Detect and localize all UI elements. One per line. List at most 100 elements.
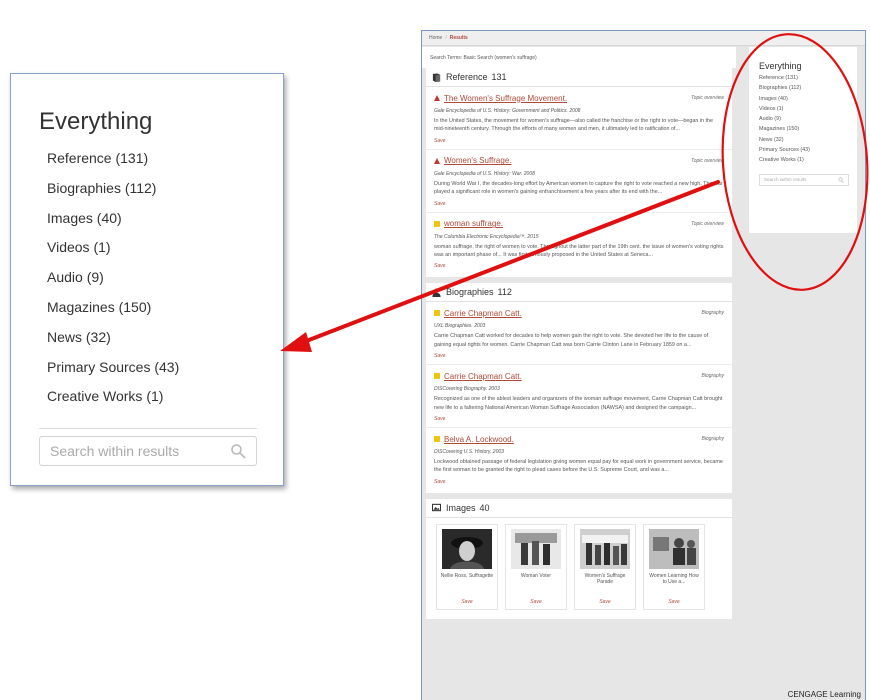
result-source: The Columbia Electronic Encyclopedia™. 2… <box>434 233 539 240</box>
zoom-filter-creative-works[interactable]: Creative Works (1) <box>47 386 257 416</box>
result-title-link[interactable]: Belva A. Lockwood. <box>444 435 701 444</box>
result-type: Topic overview <box>691 157 724 164</box>
zoom-search-placeholder: Search within results <box>50 443 180 460</box>
search-terms: Search Terms: Basic Search (women's suff… <box>422 47 736 68</box>
result-title-link[interactable]: woman suffrage. <box>444 219 691 228</box>
result-snippet: Lockwood obtained passage of federal leg… <box>434 459 723 474</box>
reference-marker-icon <box>434 157 440 164</box>
image-card[interactable]: Women's Suffrage Parade Save <box>574 523 636 610</box>
search-icon[interactable] <box>838 177 844 183</box>
images-label: Images <box>446 502 476 513</box>
biographies-count: 112 <box>497 287 512 298</box>
image-caption: Nellie Ross, Suffragette <box>440 572 494 579</box>
result-type: Biography <box>701 436 724 443</box>
save-link[interactable]: Save <box>506 599 566 605</box>
save-link[interactable]: Save <box>434 416 724 424</box>
learning-thumbnail[interactable] <box>649 528 699 569</box>
search-icon[interactable] <box>230 443 246 459</box>
result-snippet: Carrie Chapman Catt worked for decades t… <box>434 333 709 348</box>
result-source: Gale Encyclopedia of U.S. History: Gover… <box>434 108 581 114</box>
zoom-divider <box>39 428 257 430</box>
results-column: Search Terms: Basic Search (women's suff… <box>422 47 736 625</box>
image-card[interactable]: Woman Voter Save <box>505 523 567 610</box>
zoom-filter-list: Reference (131) Biographies (112) Images… <box>39 148 257 416</box>
result-title-link[interactable]: Carrie Chapman Catt. <box>444 309 701 318</box>
result-source: Gale Encyclopedia of U.S. History: War. … <box>434 170 535 177</box>
zoomed-filter-panel: Everything Reference (131) Biographies (… <box>10 73 284 486</box>
sidebar-item-news[interactable]: News (32) <box>759 136 849 146</box>
biography-marker-icon <box>434 373 440 380</box>
zoom-filter-videos[interactable]: Videos (1) <box>47 237 257 267</box>
reference-result: Women's Suffrage. Topic overview Gale En… <box>426 150 732 213</box>
parade-thumbnail[interactable] <box>580 528 630 569</box>
biographies-section: Biographies 112 Carrie Chapman Catt. Bio… <box>426 283 732 493</box>
biography-marker-icon <box>434 310 440 317</box>
reference-marker-icon <box>434 220 440 227</box>
sidebar-item-audio[interactable]: Audio (9) <box>759 115 849 125</box>
zoom-filter-reference[interactable]: Reference (131) <box>47 148 257 178</box>
result-source: DISCovering U.S. History. 2003 <box>434 449 504 456</box>
reference-marker-icon <box>434 95 440 101</box>
save-link[interactable]: Save <box>434 201 724 209</box>
sidebar-search-input[interactable]: Search within results <box>759 173 849 186</box>
sidebar-item-images[interactable]: Images (40) <box>759 95 849 105</box>
sidebar-filter-list: Reference (131) Biographies (112) Images… <box>759 74 849 167</box>
zoom-filter-audio[interactable]: Audio (9) <box>47 267 257 297</box>
result-type: Topic overview <box>691 220 724 227</box>
result-snippet: During World War I, the decades-long eff… <box>434 180 723 196</box>
results-page-screenshot: Home / Results Search Terms: Basic Search … <box>421 30 866 700</box>
images-section: Images 40 Nellie Ross, Suffragette Save <box>426 498 732 619</box>
image-caption: Women's Suffrage Parade <box>584 572 626 586</box>
breadcrumb-separator: / <box>445 35 447 41</box>
result-title-link[interactable]: The Women's Suffrage Movement. <box>444 94 691 103</box>
biography-result: Carrie Chapman Catt. Biography UXL Biogr… <box>426 302 732 366</box>
zoom-filter-magazines[interactable]: Magazines (150) <box>47 297 257 327</box>
sidebar-item-videos[interactable]: Videos (1) <box>759 105 849 115</box>
zoom-filter-title: Everything <box>39 108 153 135</box>
zoom-filter-biographies[interactable]: Biographies (112) <box>47 178 257 208</box>
reference-label: Reference <box>446 72 488 82</box>
portrait-thumbnail[interactable] <box>442 528 492 569</box>
sidebar-item-primary-sources[interactable]: Primary Sources (43) <box>759 146 849 156</box>
result-title-link[interactable]: Women's Suffrage. <box>444 156 691 165</box>
save-link[interactable]: Save <box>434 138 724 146</box>
sidebar-title: Everything <box>759 61 802 71</box>
reference-result: The Women's Suffrage Movement. Topic ove… <box>426 87 732 150</box>
image-card[interactable]: Women Learning How to Use a... Save <box>643 523 705 610</box>
result-type: Biography <box>701 373 724 380</box>
image-thumbnails: Nellie Ross, Suffragette Save Woman Vote… <box>426 518 732 610</box>
biography-result: Belva A. Lockwood. Biography DISCovering… <box>426 428 732 490</box>
person-icon <box>432 288 441 297</box>
images-count: 40 <box>479 502 490 513</box>
save-link[interactable]: Save <box>575 599 635 605</box>
result-source: UXL Biographies. 2003 <box>434 323 486 330</box>
result-title-link[interactable]: Carrie Chapman Catt. <box>444 372 701 381</box>
zoom-search-input[interactable]: Search within results <box>39 436 257 467</box>
breadcrumb-home[interactable]: Home <box>429 35 442 41</box>
sidebar-item-magazines[interactable]: Magazines (150) <box>759 125 849 135</box>
sidebar-item-reference[interactable]: Reference (131) <box>759 74 849 84</box>
save-link[interactable]: Save <box>644 599 704 605</box>
image-card[interactable]: Nellie Ross, Suffragette Save <box>436 523 498 610</box>
book-icon <box>432 72 441 82</box>
image-caption: Woman Voter <box>520 572 552 579</box>
biographies-label: Biographies <box>446 287 494 298</box>
sidebar-item-biographies[interactable]: Biographies (112) <box>759 84 849 94</box>
breadcrumb-current: Results <box>449 35 468 41</box>
sidebar-item-creative-works[interactable]: Creative Works (1) <box>759 156 849 166</box>
save-link[interactable]: Save <box>434 353 724 361</box>
save-link[interactable]: Save <box>437 599 497 605</box>
result-type: Topic overview <box>691 95 724 101</box>
zoom-filter-news[interactable]: News (32) <box>47 327 257 357</box>
filter-sidebar: Everything Reference (131) Biographies (… <box>749 47 857 233</box>
voter-thumbnail[interactable] <box>511 528 561 569</box>
zoom-filter-images[interactable]: Images (40) <box>47 208 257 238</box>
breadcrumb: Home / Results <box>422 31 865 46</box>
biographies-header: Biographies 112 <box>426 283 732 303</box>
save-link[interactable]: Save <box>434 479 724 487</box>
reference-header: Reference 131 <box>426 68 732 87</box>
result-snippet: In the United States, the movement for w… <box>434 118 714 133</box>
zoom-filter-primary-sources[interactable]: Primary Sources (43) <box>47 357 257 387</box>
save-link[interactable]: Save <box>434 263 724 271</box>
biography-result: Carrie Chapman Catt. Biography DISCoveri… <box>426 365 732 429</box>
